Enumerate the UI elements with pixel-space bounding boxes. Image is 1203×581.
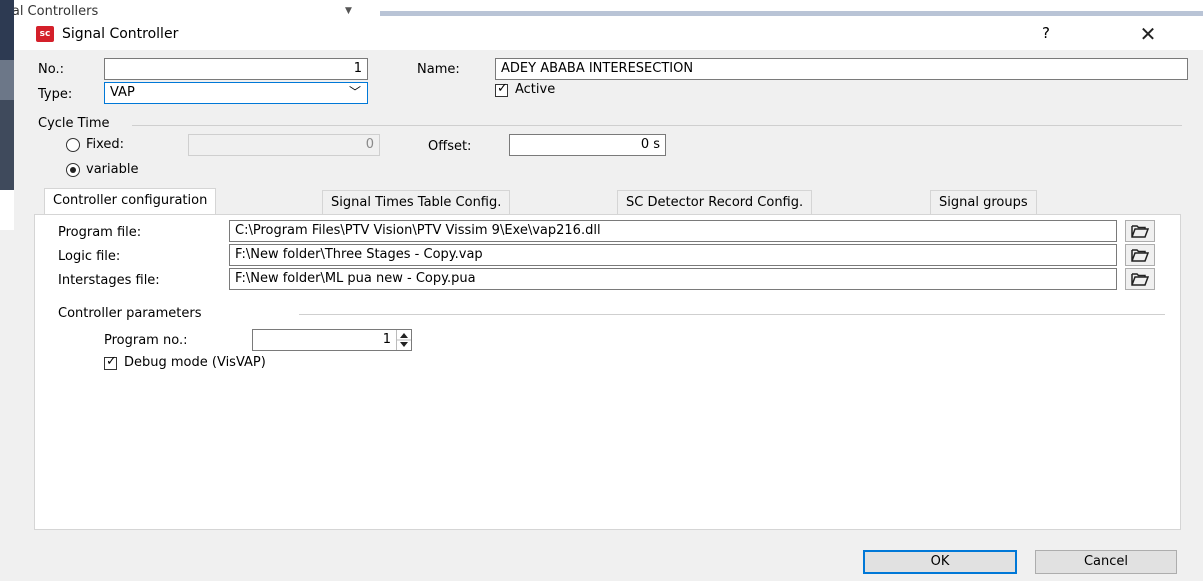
program-file-field[interactable]: C:\Program Files\PTV Vision\PTV Vissim 9… <box>229 220 1117 242</box>
controller-parameters-divider <box>299 314 1165 315</box>
checkmark-icon: ✓ <box>497 81 508 96</box>
cancel-button[interactable]: Cancel <box>1035 550 1177 574</box>
program-no-field[interactable]: 1 <box>252 329 412 351</box>
type-select-value: VAP <box>110 85 135 100</box>
program-no-value: 1 <box>382 332 391 347</box>
folder-open-icon <box>1131 273 1149 286</box>
radio-selected-dot <box>70 167 76 173</box>
spin-up-icon[interactable] <box>400 333 408 338</box>
close-icon[interactable]: ✕ <box>1136 22 1160 46</box>
app-logo-icon: sc <box>36 26 54 42</box>
chevron-down-icon: ▼ <box>345 6 352 16</box>
background-app-title: ınal Controllers <box>0 4 99 19</box>
cycle-time-divider <box>132 125 1182 126</box>
checkmark-icon: ✓ <box>106 354 117 369</box>
debug-mode-checkbox[interactable]: ✓ <box>104 354 117 370</box>
background-app-strip <box>380 11 1203 16</box>
tab-controller-configuration[interactable]: Controller configuration <box>44 188 217 215</box>
name-label: Name: <box>417 62 460 77</box>
dialog-title: Signal Controller <box>62 26 179 42</box>
spin-arrows <box>397 333 411 347</box>
logic-file-label: Logic file: <box>58 249 121 264</box>
interstages-file-field[interactable]: F:\New folder\ML pua new - Copy.pua <box>229 268 1117 290</box>
tab-sc-detector-record-config[interactable]: SC Detector Record Config. <box>617 190 813 214</box>
cycle-time-group-label: Cycle Time <box>38 116 110 131</box>
active-label: Active <box>515 82 556 97</box>
program-file-label: Program file: <box>58 225 142 240</box>
fixed-radio[interactable] <box>66 138 80 152</box>
no-label: No.: <box>38 62 64 77</box>
program-file-browse-button[interactable] <box>1125 220 1155 242</box>
folder-open-icon <box>1131 249 1149 262</box>
signal-controller-dialog: sc Signal Controller ? ✕ No.: 1 Name: AD… <box>14 18 1203 581</box>
dialog-titlebar: sc Signal Controller ? ✕ <box>14 18 1203 50</box>
active-checkbox[interactable]: ✓ <box>495 81 508 97</box>
program-no-label: Program no.: <box>104 333 188 348</box>
fixed-field[interactable]: 0 <box>188 134 380 156</box>
no-field[interactable]: 1 <box>104 58 368 80</box>
background-app-sidebar <box>0 0 14 581</box>
help-icon[interactable]: ? <box>1036 24 1056 42</box>
type-label: Type: <box>38 87 73 102</box>
name-field[interactable]: ADEY ABABA INTERESECTION <box>495 58 1188 80</box>
offset-field[interactable]: 0 s <box>509 134 666 156</box>
offset-label: Offset: <box>428 139 472 154</box>
interstages-file-label: Interstages file: <box>58 273 160 288</box>
controller-parameters-group-label: Controller parameters <box>58 306 202 321</box>
debug-mode-label: Debug mode (VisVAP) <box>124 355 266 370</box>
interstages-file-browse-button[interactable] <box>1125 268 1155 290</box>
tab-signal-times-table-config[interactable]: Signal Times Table Config. <box>322 190 511 214</box>
logic-file-field[interactable]: F:\New folder\Three Stages - Copy.vap <box>229 244 1117 266</box>
chevron-down-icon: ﹀ <box>348 85 361 99</box>
ok-button[interactable]: OK <box>863 550 1017 574</box>
variable-label: variable <box>86 162 139 177</box>
logic-file-browse-button[interactable] <box>1125 244 1155 266</box>
folder-open-icon <box>1131 225 1149 238</box>
variable-radio[interactable] <box>66 163 80 177</box>
fixed-label: Fixed: <box>86 137 125 152</box>
tab-signal-groups[interactable]: Signal groups <box>930 190 1037 214</box>
type-select[interactable]: VAP ﹀ <box>104 82 368 104</box>
spin-down-icon[interactable] <box>400 342 408 347</box>
program-no-stepper[interactable] <box>396 330 411 350</box>
